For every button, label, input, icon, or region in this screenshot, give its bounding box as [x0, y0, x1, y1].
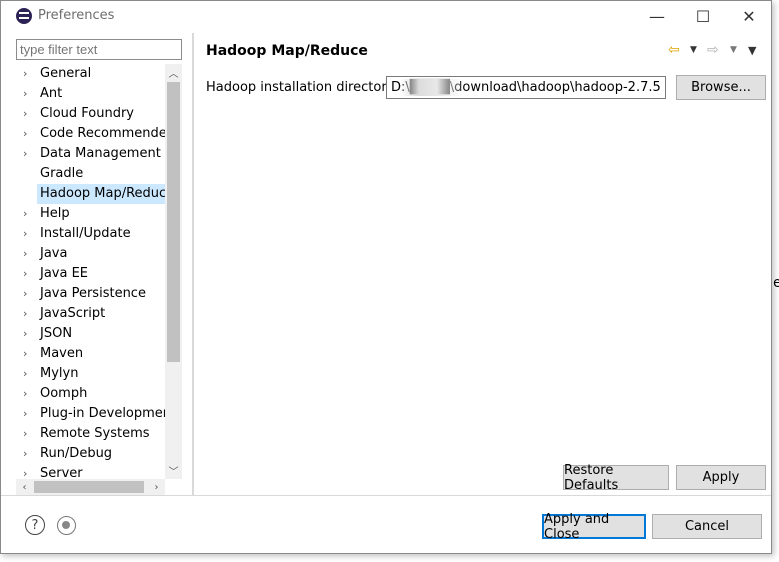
tree-item-label: Java Persistence [40, 286, 146, 301]
cancel-button[interactable]: Cancel [652, 514, 762, 539]
browse-button[interactable]: Browse... [676, 75, 766, 100]
tree-item-install-update[interactable]: › Install/Update [9, 224, 166, 244]
tree-item-label: JSON [40, 326, 73, 341]
chevron-right-icon[interactable]: › [23, 347, 27, 360]
chevron-right-icon[interactable]: › [23, 367, 27, 380]
tree-horizontal-scrollbar[interactable]: ‹ › [16, 479, 165, 495]
maximize-button[interactable]: ☐ [680, 1, 726, 31]
forward-menu-icon[interactable]: ▼ [730, 41, 737, 59]
tree-item-oomph[interactable]: › Oomph [9, 384, 166, 404]
chevron-right-icon[interactable]: › [23, 447, 27, 460]
help-icon[interactable]: ? [25, 515, 45, 535]
tree-item-label: Plug-in Development [40, 406, 166, 421]
tree-item-java-persistence[interactable]: › Java Persistence [9, 284, 166, 304]
tree-item-javascript[interactable]: › JavaScript [9, 304, 166, 324]
tree-item-data-management[interactable]: › Data Management [9, 144, 166, 164]
record-icon[interactable] [57, 516, 76, 535]
tree-item-plug-in-development[interactable]: › Plug-in Development [9, 404, 166, 424]
tree-item-label: Install/Update [40, 226, 131, 241]
scroll-right-icon[interactable]: › [148, 479, 165, 495]
title-bar: Preferences — ☐ ✕ [1, 1, 771, 32]
chevron-right-icon[interactable]: › [23, 427, 27, 440]
minimize-button[interactable]: — [634, 1, 680, 31]
tree-item-label: Java [40, 246, 68, 261]
tree-item-code-recommenders[interactable]: › Code Recommenders [9, 124, 166, 144]
chevron-right-icon[interactable]: › [23, 307, 27, 320]
forward-arrow-icon[interactable]: ⇨ [707, 41, 719, 59]
tree-item-gradle[interactable]: Gradle [9, 164, 166, 184]
chevron-right-icon[interactable]: › [23, 127, 27, 140]
chevron-right-icon[interactable]: › [23, 407, 27, 420]
tree-item-label: Code Recommenders [40, 126, 166, 141]
tree-item-label: Run/Debug [40, 446, 113, 461]
scroll-left-icon[interactable]: ‹ [16, 479, 33, 495]
hadoop-dir-label: Hadoop installation directory: [206, 80, 398, 95]
tree-item-label: Java EE [40, 266, 89, 281]
tree-item-remote-systems[interactable]: › Remote Systems [9, 424, 166, 444]
eclipse-icon [16, 8, 32, 24]
chevron-right-icon[interactable]: › [23, 247, 27, 260]
chevron-right-icon[interactable]: › [23, 207, 27, 220]
tree-item-label: Oomph [40, 386, 88, 401]
page-title: Hadoop Map/Reduce [206, 43, 368, 59]
chevron-right-icon[interactable]: › [23, 87, 27, 100]
chevron-right-icon[interactable]: › [23, 287, 27, 300]
tree-item-label: General [40, 66, 92, 81]
scrollbar-thumb[interactable] [167, 82, 180, 362]
scroll-down-icon[interactable]: ﹀ [165, 462, 182, 479]
footer-divider [1, 495, 771, 496]
tree-item-label: Hadoop Map/Reduce [40, 186, 166, 201]
back-arrow-icon[interactable]: ⇦ [668, 41, 680, 59]
tree-vertical-scrollbar[interactable]: ︿ ﹀ [165, 64, 182, 479]
preferences-dialog: Preferences — ☐ ✕ › General › Ant › Clou… [0, 0, 772, 554]
tree-item-label: Mylyn [40, 366, 79, 381]
apply-and-close-button[interactable]: Apply and Close [542, 512, 646, 542]
tree-item-label: Gradle [40, 166, 84, 181]
view-menu-icon[interactable]: ▼ [748, 41, 756, 59]
tree-item-server[interactable]: › Server [9, 464, 166, 479]
tree-item-label: Cloud Foundry [40, 106, 135, 121]
panel-divider[interactable] [192, 33, 194, 495]
filter-input[interactable] [16, 39, 182, 60]
chevron-right-icon[interactable]: › [23, 227, 27, 240]
tree-item-cloud-foundry[interactable]: › Cloud Foundry [9, 104, 166, 124]
scroll-up-icon[interactable]: ︿ [165, 64, 182, 81]
window-title: Preferences [38, 8, 115, 23]
tree-item-label: Ant [40, 86, 63, 101]
tree-item-label: Data Management [40, 146, 161, 161]
chevron-right-icon[interactable]: › [23, 107, 27, 120]
tree-item-hadoop-map-reduce[interactable]: Hadoop Map/Reduce [37, 184, 166, 204]
preference-tree: › General › Ant › Cloud Foundry › Code R… [9, 64, 166, 479]
chevron-right-icon[interactable]: › [23, 327, 27, 340]
tree-item-java[interactable]: › Java [9, 244, 166, 264]
tree-item-help[interactable]: › Help [9, 204, 166, 224]
apply-button[interactable]: Apply [676, 465, 766, 490]
background-editor-text: e [773, 275, 779, 291]
scrollbar-thumb[interactable] [34, 481, 144, 493]
tree-item-label: Server [40, 466, 83, 479]
redacted-blur [401, 79, 461, 96]
chevron-right-icon[interactable]: › [23, 387, 27, 400]
tree-item-run-debug[interactable]: › Run/Debug [9, 444, 166, 464]
tree-item-general[interactable]: › General [9, 64, 166, 84]
tree-item-ant[interactable]: › Ant [9, 84, 166, 104]
chevron-right-icon[interactable]: › [23, 467, 27, 479]
tree-item-label: JavaScript [40, 306, 106, 321]
chevron-right-icon[interactable]: › [23, 67, 27, 80]
tree-item-mylyn[interactable]: › Mylyn [9, 364, 166, 384]
close-button[interactable]: ✕ [726, 1, 772, 31]
tree-item-label: Maven [40, 346, 84, 361]
back-menu-icon[interactable]: ▼ [690, 41, 697, 59]
restore-defaults-button[interactable]: Restore Defaults [563, 463, 669, 493]
chevron-right-icon[interactable]: › [23, 147, 27, 160]
tree-item-label: Help [40, 206, 70, 221]
tree-item-json[interactable]: › JSON [9, 324, 166, 344]
tree-item-maven[interactable]: › Maven [9, 344, 166, 364]
chevron-right-icon[interactable]: › [23, 267, 27, 280]
tree-item-java-ee[interactable]: › Java EE [9, 264, 166, 284]
tree-item-label: Remote Systems [40, 426, 150, 441]
